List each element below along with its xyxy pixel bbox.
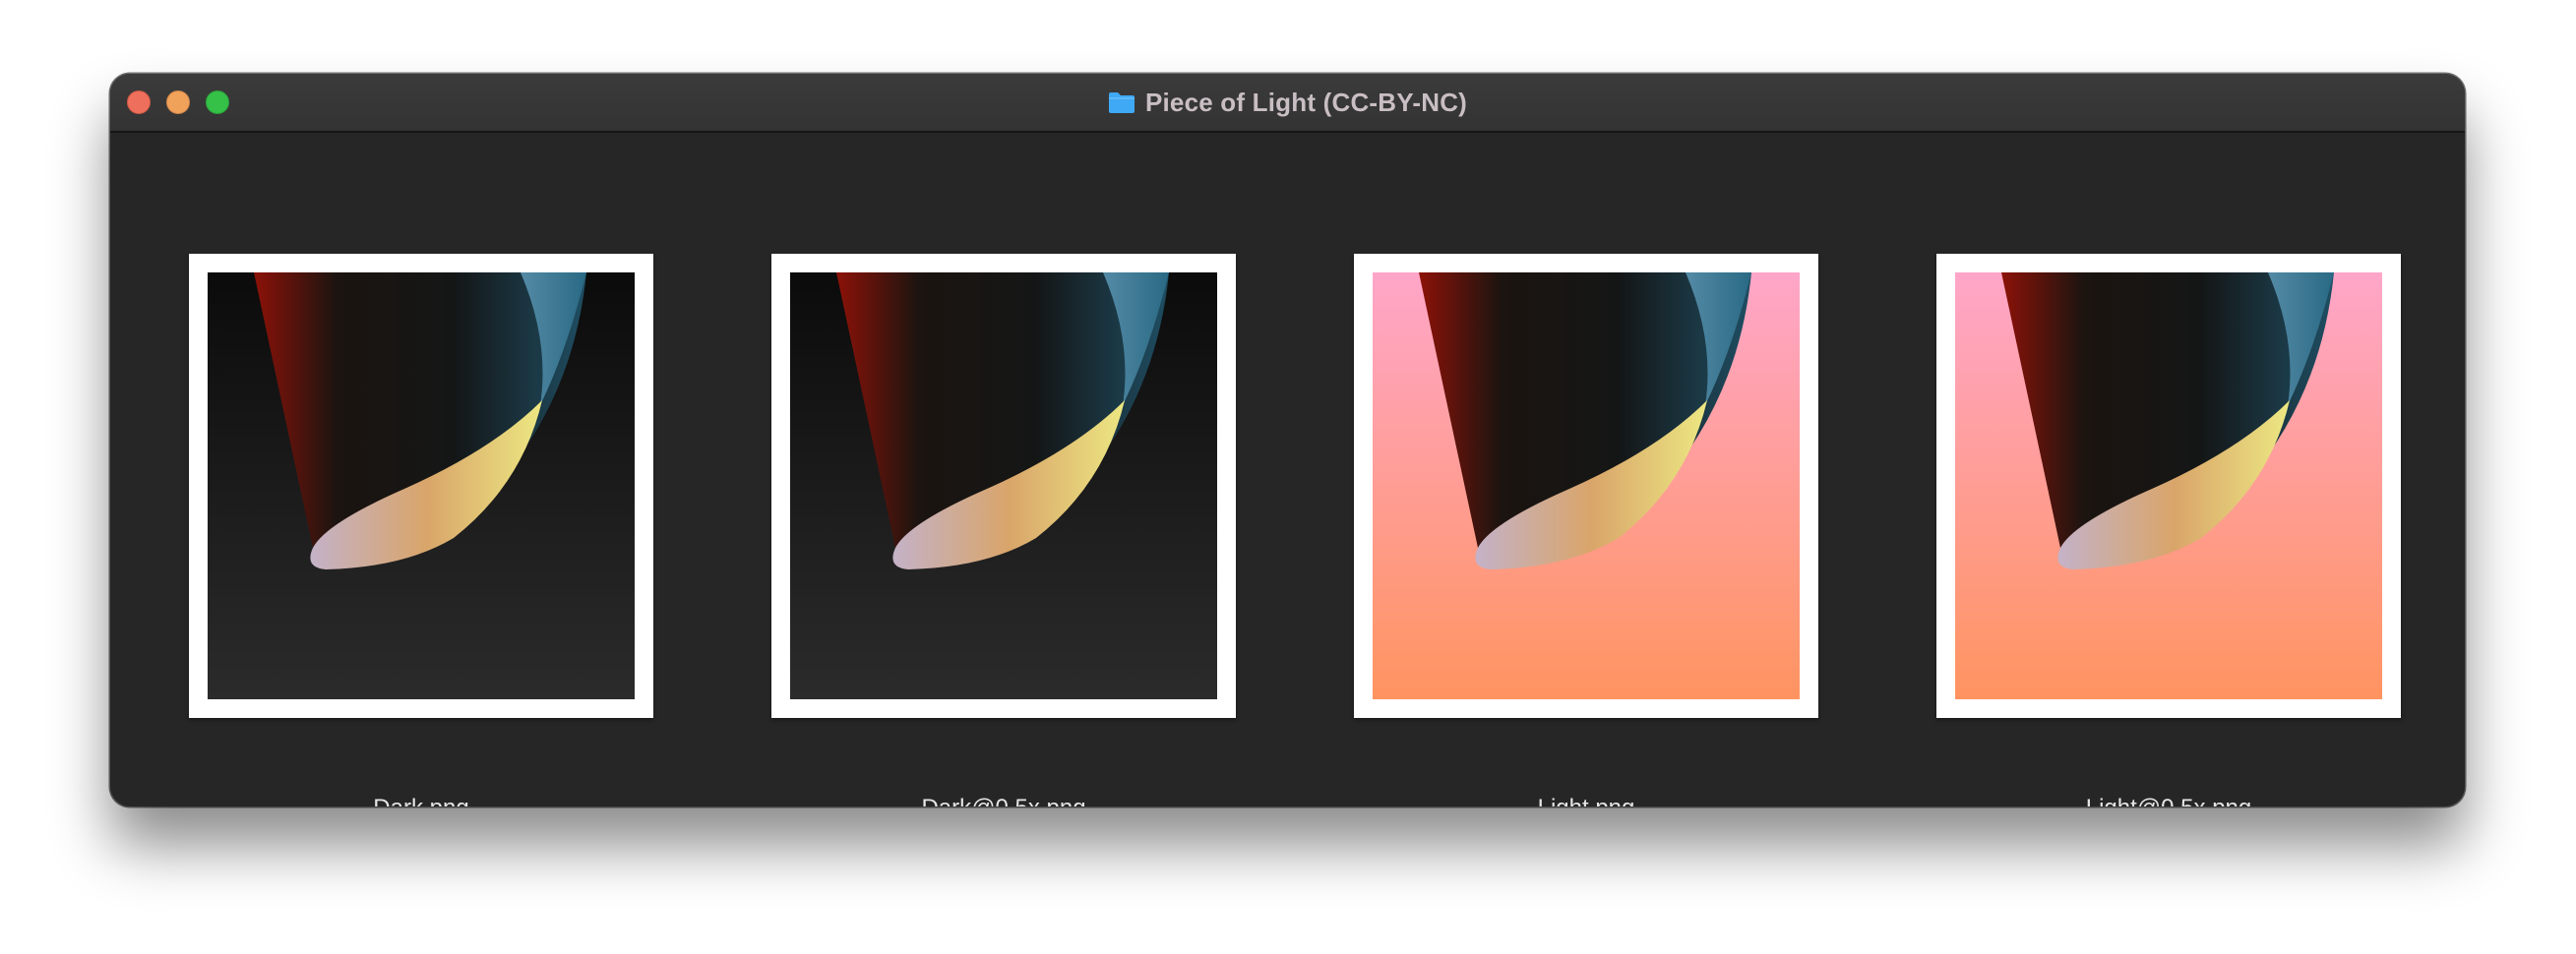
icon-view: Dark.png — [110, 133, 2465, 806]
file-item[interactable]: Light@0.5x.png — [1936, 133, 2401, 806]
file-thumbnail[interactable] — [1936, 254, 2401, 718]
folder-icon — [1108, 92, 1135, 113]
window-title-text: Piece of Light (CC-BY-NC) — [1144, 87, 1468, 117]
file-item[interactable]: Dark.png — [189, 133, 653, 806]
finder-window: Piece of Light (CC-BY-NC) — [110, 74, 2465, 806]
thumbnail-image-light — [1955, 272, 2382, 699]
file-name[interactable]: Light@0.5x.png — [1897, 795, 2440, 806]
thumbnail-image-dark — [790, 272, 1217, 699]
file-item[interactable]: Dark@0.5x.png — [771, 133, 1236, 806]
file-name[interactable]: Light.png — [1315, 795, 1858, 806]
file-item[interactable]: Light.png — [1354, 133, 1818, 806]
file-thumbnail[interactable] — [1354, 254, 1818, 718]
file-thumbnail[interactable] — [189, 254, 653, 718]
title-bar[interactable]: Piece of Light (CC-BY-NC) — [110, 74, 2465, 133]
thumbnail-image-light — [1373, 272, 1800, 699]
thumbnail-image-dark — [208, 272, 635, 699]
file-name[interactable]: Dark.png — [150, 795, 693, 806]
file-thumbnail[interactable] — [771, 254, 1236, 718]
file-name[interactable]: Dark@0.5x.png — [732, 795, 1275, 806]
window-title: Piece of Light (CC-BY-NC) — [110, 74, 2465, 131]
